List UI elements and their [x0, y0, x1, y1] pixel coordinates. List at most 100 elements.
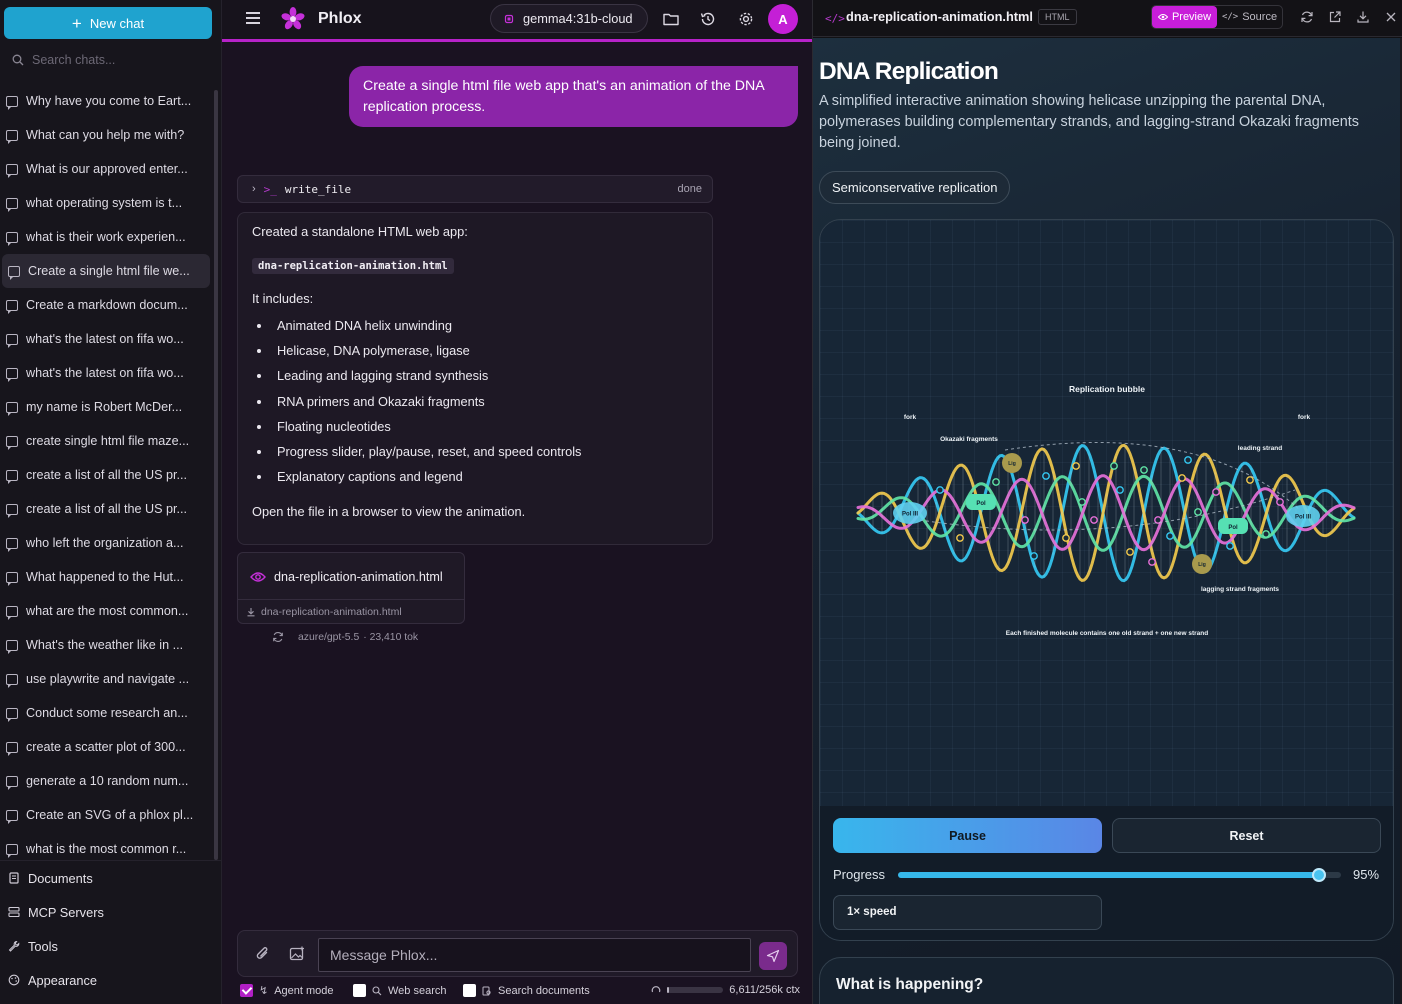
paperclip-icon[interactable]	[254, 945, 272, 963]
regenerate-icon[interactable]	[272, 631, 284, 643]
download-icon[interactable]	[1356, 10, 1370, 24]
chat-history-item[interactable]: What happened to the Hut...	[0, 560, 210, 594]
tool-status: done	[677, 183, 702, 195]
chat-history-item[interactable]: Create an SVG of a phlox pl...	[0, 798, 210, 832]
search-documents-checkbox[interactable]	[463, 984, 476, 997]
dna-strand	[856, 474, 1356, 552]
refresh-icon[interactable]	[1300, 10, 1314, 24]
search-documents-label: Search documents	[498, 984, 590, 997]
sidebar-scroll-thumb[interactable]	[214, 90, 218, 860]
download-icon	[247, 608, 255, 617]
nucleotide	[1194, 508, 1202, 516]
chat-history-item[interactable]: What is our approved enter...	[0, 152, 210, 186]
chat-history-label: who left the organization a...	[26, 536, 184, 550]
progress-slider[interactable]	[898, 868, 1341, 882]
search-icon	[12, 54, 24, 66]
pause-button[interactable]: Pause	[833, 818, 1102, 853]
chat-history-item[interactable]: create a scatter plot of 300...	[0, 730, 210, 764]
nucleotide	[1090, 516, 1098, 524]
sidebar-item-mcp-servers[interactable]: MCP Servers	[0, 895, 222, 929]
chat-history-item[interactable]: what's the latest on fifa wo...	[0, 356, 210, 390]
chat-history-item[interactable]: Create a markdown docum...	[0, 288, 210, 322]
nucleotide	[1126, 548, 1134, 556]
chat-history-item[interactable]: what is the most common r...	[0, 832, 210, 860]
chat-history-item[interactable]: what's the latest on fifa wo...	[0, 322, 210, 356]
chat-bubble-icon	[6, 299, 18, 314]
progress-handle[interactable]	[1311, 868, 1326, 882]
agent-mode-checkbox[interactable]	[240, 984, 253, 997]
phlox-logo-icon	[281, 7, 305, 30]
chat-history-item[interactable]: Why have you come to Eart...	[0, 84, 210, 118]
eye-icon	[1157, 14, 1168, 20]
chat-history-item[interactable]: create a list of all the US pr...	[0, 492, 210, 526]
chat-bubble-icon	[6, 741, 18, 756]
message-input[interactable]	[318, 938, 751, 972]
image-add-icon[interactable]	[288, 945, 306, 963]
file-type-badge: HTML	[1038, 9, 1077, 25]
web-search-toggle[interactable]: Web search	[353, 984, 447, 997]
search-bar	[4, 46, 212, 74]
chat-history-item[interactable]: what are the most common...	[0, 594, 210, 628]
avatar[interactable]: A	[768, 4, 798, 34]
chat-history-label: Conduct some research an...	[26, 706, 188, 720]
nucleotide	[1148, 558, 1156, 566]
search-input[interactable]	[32, 53, 192, 67]
chat-history-label: what's the latest on fifa wo...	[26, 366, 184, 380]
sidebar-item-tools[interactable]: Tools	[0, 929, 222, 963]
model-selector[interactable]: gemma4:31b-cloud	[490, 4, 648, 33]
chat-bubble-icon	[6, 537, 18, 552]
reply-intro: Created a standalone HTML web app:	[252, 224, 468, 239]
nucleotide	[1166, 532, 1174, 540]
folder-icon[interactable]	[662, 10, 680, 28]
sidebar-item-label: Appearance	[28, 972, 98, 988]
lightning-icon: ↯	[259, 985, 269, 997]
tab-preview[interactable]: Preview	[1152, 6, 1217, 28]
chat-history-item[interactable]: create single html file maze...	[0, 424, 210, 458]
chat-history-item[interactable]: what is their work experien...	[0, 220, 210, 254]
chat-history-item[interactable]: Create a single html file we...	[2, 254, 210, 288]
chat-history-item[interactable]: my name is Robert McDer...	[0, 390, 210, 424]
chat-history-item[interactable]: who left the organization a...	[0, 526, 210, 560]
sidebar-scrollbar[interactable]	[214, 90, 219, 860]
label-lig-2: Lig	[1198, 562, 1206, 568]
sidebar-item-appearance[interactable]: Appearance	[0, 963, 222, 997]
chat-bubble-icon	[6, 95, 18, 110]
menu-icon[interactable]	[246, 12, 260, 24]
close-icon[interactable]	[1384, 10, 1398, 24]
chat-history-item[interactable]: create a list of all the US pr...	[0, 458, 210, 492]
new-chat-label: New chat	[89, 15, 145, 31]
topic-chip: Semiconservative replication	[819, 171, 1011, 204]
speed-select[interactable]: 1× speed	[833, 895, 1102, 930]
progress-label: Progress	[833, 867, 886, 882]
send-button[interactable]	[759, 942, 787, 970]
pol-iii-right-enzyme: Pol III	[1286, 505, 1320, 527]
chat-history-item[interactable]: use playwrite and navigate ...	[0, 662, 210, 696]
agent-mode-label: Agent mode	[274, 984, 334, 997]
tool-call-row[interactable]: › >_ write_file done	[237, 175, 713, 203]
chat-history-label: What happened to the Hut...	[26, 570, 184, 584]
history-icon[interactable]	[699, 10, 717, 28]
search-documents-toggle[interactable]: Search documents	[463, 984, 590, 997]
view-toggle: Preview </> Source	[1151, 5, 1283, 29]
chat-history-item[interactable]: Conduct some research an...	[0, 696, 210, 730]
file-card[interactable]: dna-replication-animation.html dna-repli…	[237, 552, 465, 624]
feature-list: Animated DNA helix unwinding Helicase, DN…	[252, 317, 698, 493]
chat-history-item[interactable]: what operating system is t...	[0, 186, 210, 220]
model-name: gemma4:31b-cloud	[523, 11, 633, 26]
reset-button[interactable]: Reset	[1112, 818, 1381, 853]
chat-history-item[interactable]: generate a 10 random num...	[0, 764, 210, 798]
page-title: DNA Replication	[819, 58, 999, 85]
dna-strand	[856, 444, 1356, 583]
new-chat-button[interactable]: + New chat	[4, 7, 212, 39]
sidebar-item-documents[interactable]: Documents	[0, 861, 222, 895]
external-link-icon[interactable]	[1328, 10, 1342, 24]
web-search-checkbox[interactable]	[353, 984, 366, 997]
agent-mode-toggle[interactable]: ↯ Agent mode	[240, 984, 334, 997]
chat-history-item[interactable]: What can you help me with?	[0, 118, 210, 152]
chat-history-item[interactable]: What's the weather like in ...	[0, 628, 210, 662]
file-download-link[interactable]: dna-replication-animation.html	[238, 599, 464, 624]
tab-source[interactable]: </> Source	[1217, 6, 1282, 28]
pol-enzyme-2: Pol	[1218, 518, 1248, 534]
gear-icon[interactable]	[737, 10, 755, 28]
chip-icon	[504, 14, 514, 23]
